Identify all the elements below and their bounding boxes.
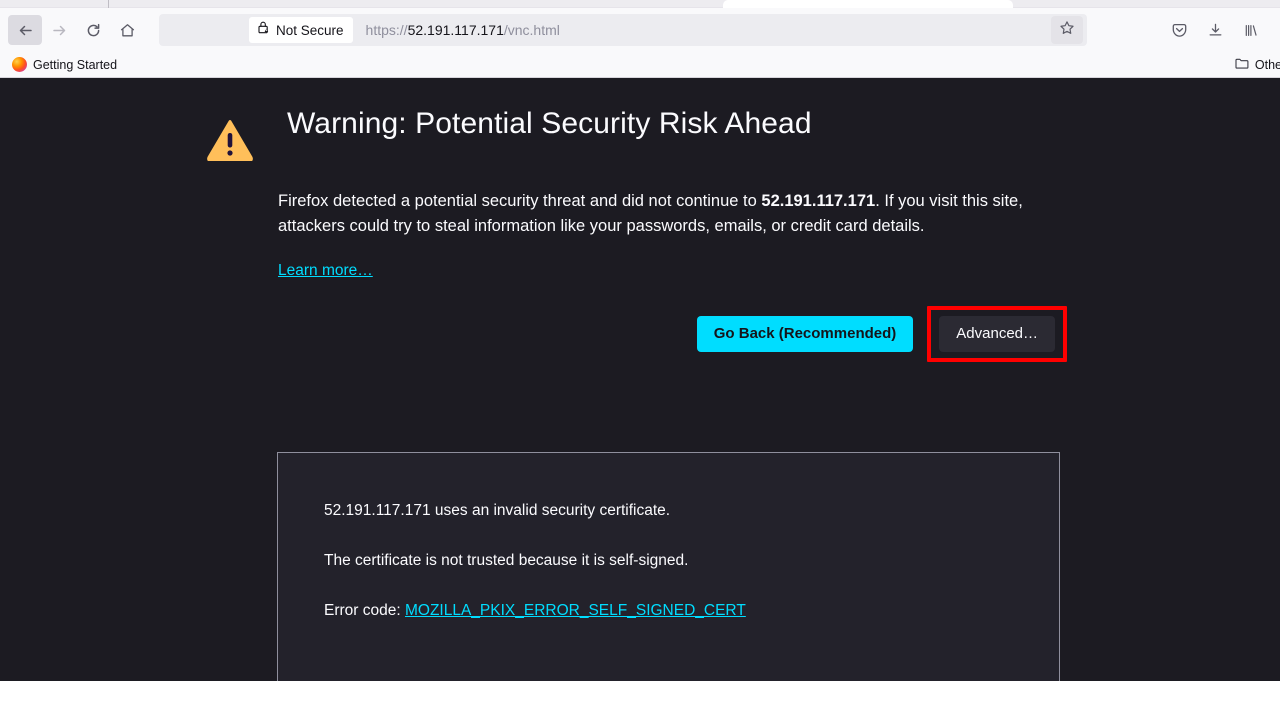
go-back-button[interactable]: Go Back (Recommended): [696, 315, 914, 352]
pocket-icon: [1171, 22, 1188, 39]
downloads-button[interactable]: [1198, 15, 1232, 45]
identity-label: Not Secure: [276, 22, 344, 38]
cert-untrusted-line: The certificate is not trusted because i…: [324, 552, 689, 570]
url-host: 52.191.117.171: [407, 22, 504, 38]
url-text[interactable]: https://52.191.117.171/vnc.html: [366, 22, 1051, 38]
downloads-icon: [1207, 22, 1224, 39]
browser-tab[interactable]: [723, 0, 1013, 8]
certificate-panel-body: 52.191.117.171 uses an invalid security …: [278, 453, 1059, 681]
browser-chrome: Not Secure https://52.191.117.171/vnc.ht…: [0, 0, 1280, 78]
error-code-label: Error code:: [324, 602, 405, 620]
forward-button[interactable]: [42, 15, 76, 45]
url-path: /vnc.html: [503, 22, 560, 38]
bookmark-star-button[interactable]: [1051, 16, 1083, 44]
error-code-link[interactable]: MOZILLA_PKIX_ERROR_SELF_SIGNED_CERT: [405, 602, 746, 619]
url-bar[interactable]: Not Secure https://52.191.117.171/vnc.ht…: [159, 14, 1087, 46]
url-scheme: https://: [365, 22, 408, 38]
warning-triangle-icon: [207, 119, 253, 163]
library-button[interactable]: [1234, 15, 1268, 45]
home-icon: [119, 22, 136, 39]
advanced-highlight-box: Advanced…: [927, 305, 1067, 362]
reload-button[interactable]: [76, 15, 110, 45]
primary-button-row: Go Back (Recommended) Advanced…: [198, 305, 1078, 362]
library-icon: [1243, 22, 1260, 39]
bookmark-other-label: Othe: [1254, 58, 1280, 72]
page-title: Warning: Potential Security Risk Ahead: [287, 107, 812, 140]
bookmark-label: Getting Started: [33, 57, 118, 72]
site-identity-box[interactable]: Not Secure: [249, 17, 353, 43]
error-description: Firefox detected a potential security th…: [278, 189, 1038, 240]
bookmark-other-folder[interactable]: Othe: [1229, 55, 1280, 75]
lock-warning-icon: [257, 20, 271, 40]
back-button[interactable]: [8, 15, 42, 45]
view-certificate-link[interactable]: View Certificate: [324, 680, 431, 681]
toolbar-right-group: [1162, 15, 1272, 45]
reload-icon: [85, 22, 102, 39]
folder-icon: [1235, 57, 1249, 73]
home-button[interactable]: [110, 15, 144, 45]
cert-error-code-line: Error code: MOZILLA_PKIX_ERROR_SELF_SIGN…: [324, 601, 1059, 621]
intro-host: 52.191.117.171: [761, 192, 876, 210]
advanced-button[interactable]: Advanced…: [939, 315, 1055, 352]
cert-invalid-line: 52.191.117.171 uses an invalid security …: [324, 502, 671, 519]
pocket-button[interactable]: [1162, 15, 1196, 45]
learn-more-link[interactable]: Learn more…: [278, 262, 373, 280]
tab-divider: [108, 0, 109, 8]
title-row: Warning: Potential Security Risk Ahead: [198, 104, 1078, 163]
bookmarks-toolbar: Getting Started Othe: [0, 52, 1280, 78]
navigation-toolbar: Not Secure https://52.191.117.171/vnc.ht…: [0, 8, 1280, 52]
error-content: Warning: Potential Security Risk Ahead F…: [198, 104, 1078, 362]
bookmark-getting-started[interactable]: Getting Started: [6, 55, 123, 74]
firefox-logo-icon: [12, 57, 27, 72]
forward-arrow-icon: [51, 22, 68, 39]
star-icon: [1059, 20, 1075, 41]
back-arrow-icon: [17, 22, 34, 39]
certificate-error-panel: 52.191.117.171 uses an invalid security …: [277, 452, 1060, 681]
security-error-page: Warning: Potential Security Risk Ahead F…: [0, 78, 1280, 681]
tab-strip: [0, 0, 1280, 8]
intro-prefix: Firefox detected a potential security th…: [278, 192, 762, 210]
